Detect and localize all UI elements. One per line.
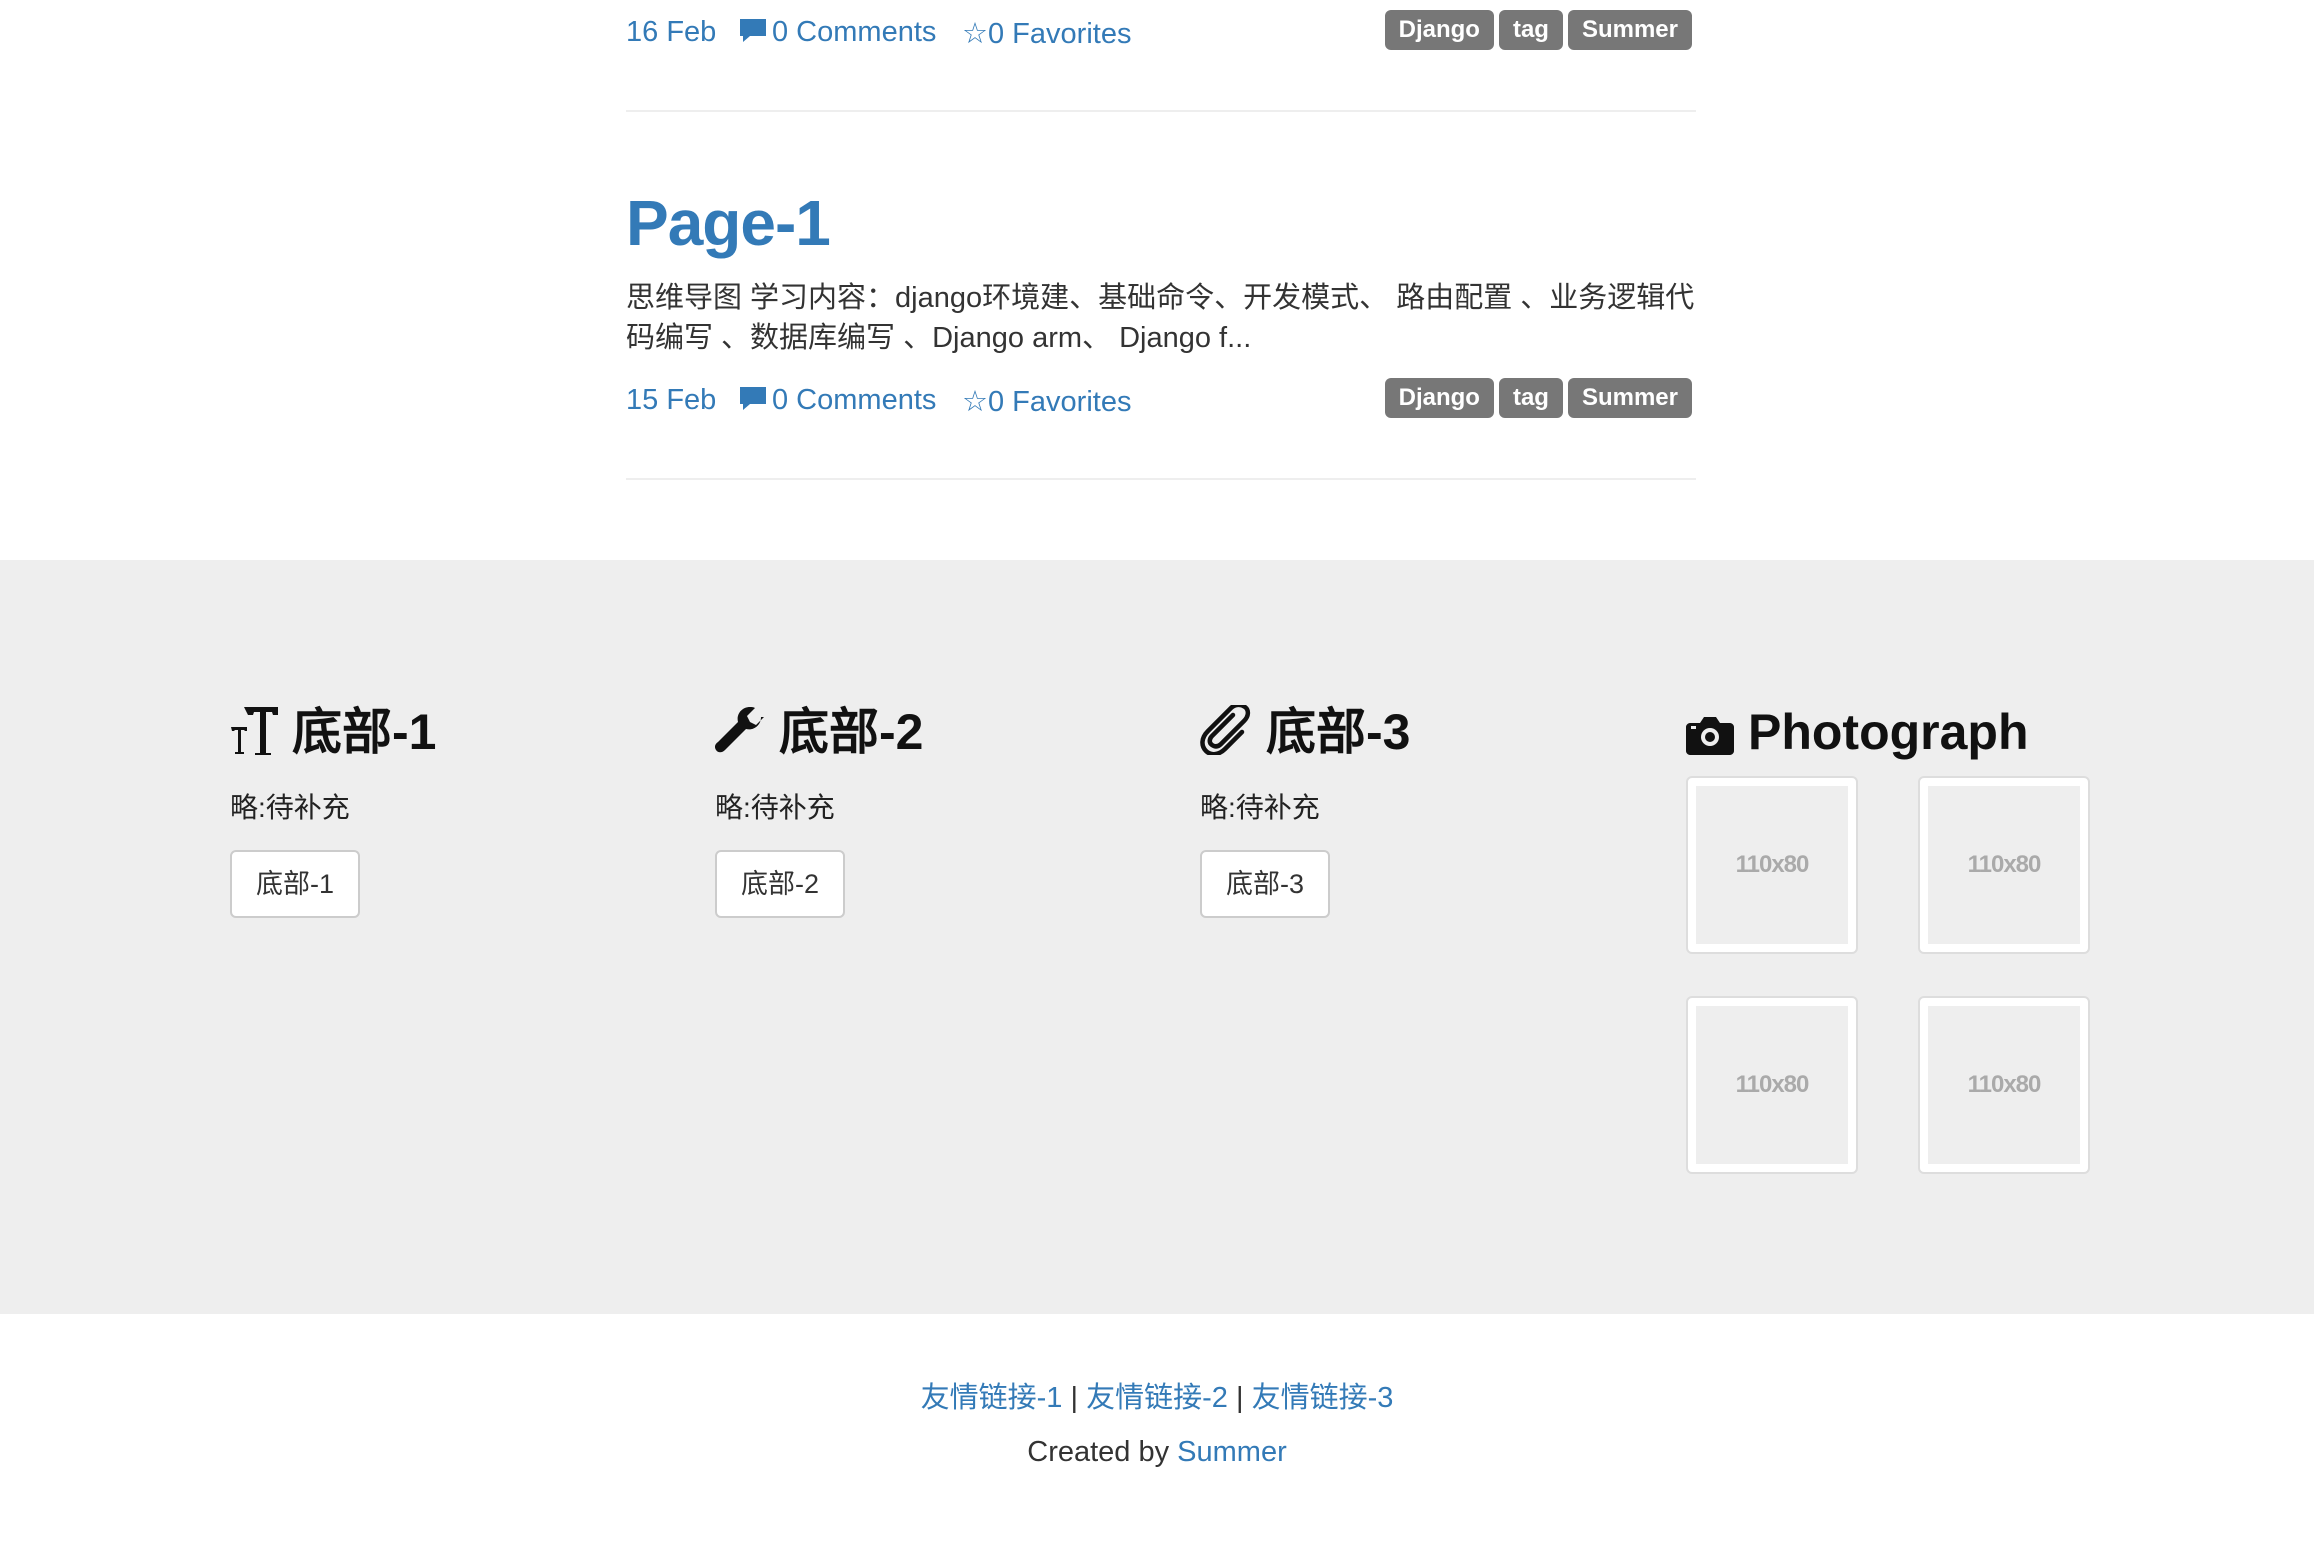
photo-thumbnail[interactable]: 110x80 — [1686, 776, 1858, 954]
post-excerpt: 思维导图 学习内容：django环境建、基础命令、开发模式、 路由配置 、业务逻… — [626, 282, 1695, 354]
photo-thumbnail[interactable]: 110x80 — [1686, 996, 1858, 1174]
tag-badge[interactable]: tag — [1498, 378, 1563, 418]
tag-badge[interactable]: tag — [1498, 10, 1563, 50]
comment-icon — [738, 385, 768, 421]
star-icon: ☆ — [962, 18, 988, 50]
post-divider — [626, 110, 1696, 112]
footer-column-3: 底部-3 略:待补充 底部-3 — [1200, 700, 1410, 918]
footer-column-photograph: Photograph — [1686, 700, 2029, 764]
credit-line: Created by Summer — [0, 1436, 2314, 1469]
star-icon: ☆ — [962, 386, 988, 418]
comment-icon — [738, 17, 768, 53]
placeholder-image: 110x80 — [1696, 786, 1848, 944]
post-date-link[interactable]: 15 Feb — [626, 384, 716, 417]
tag-badge[interactable]: Django — [1384, 378, 1494, 418]
text-height-icon — [230, 705, 278, 770]
post-meta: 15 Feb 0 Comments ☆0 Favorites Django tag… — [626, 378, 1692, 426]
friend-link-1[interactable]: 友情链接-1 — [921, 1382, 1063, 1414]
wrench-icon — [714, 705, 765, 770]
footer-column-text: 略:待补充 — [715, 792, 835, 823]
link-separator: | — [1070, 1382, 1079, 1414]
friend-link-2[interactable]: 友情链接-2 — [1086, 1382, 1228, 1414]
post-tags: Django tag Summer — [1380, 10, 1692, 50]
page-footer: 友情链接-1 | 友情链接-2 | 友情链接-3 Created by Summ… — [0, 1314, 2314, 1550]
credit-prefix: Created by — [1027, 1436, 1170, 1468]
placeholder-image: 110x80 — [1696, 1006, 1848, 1164]
camera-icon — [1686, 706, 1734, 770]
post-list: 16 Feb 0 Comments ☆0 Favorites Django tag… — [0, 0, 2314, 560]
footer-column-heading: 底部-2 — [714, 700, 923, 764]
footer-column-text: 略:待补充 — [230, 792, 350, 823]
post-favorites-label: 0 Favorites — [988, 18, 1132, 50]
footer-widgets: 底部-1 略:待补充 底部-1 底部-2 略:待补充 底部-2 底部-3 略:待… — [0, 560, 2314, 1314]
post-divider — [626, 478, 1696, 480]
placeholder-image: 110x80 — [1928, 1006, 2080, 1164]
placeholder-image: 110x80 — [1928, 786, 2080, 944]
footer-column-heading: Photograph — [1686, 700, 2029, 764]
friend-links: 友情链接-1 | 友情链接-2 | 友情链接-3 — [0, 1374, 2314, 1416]
post-comments-label: 0 Comments — [772, 384, 937, 416]
footer-column-1: 底部-1 略:待补充 底部-1 — [230, 700, 436, 918]
post-favorites-link[interactable]: ☆0 Favorites — [962, 16, 1131, 51]
post-meta: 16 Feb 0 Comments ☆0 Favorites Django tag… — [626, 10, 1692, 58]
photo-thumbnail[interactable]: 110x80 — [1918, 776, 2090, 954]
footer-button-3[interactable]: 底部-3 — [1200, 850, 1331, 918]
tag-badge[interactable]: Summer — [1567, 10, 1692, 50]
photo-thumbnail[interactable]: 110x80 — [1918, 996, 2090, 1174]
post-favorites-label: 0 Favorites — [988, 386, 1132, 418]
post-comments-link[interactable]: 0 Comments — [738, 384, 936, 421]
paperclip-icon — [1200, 702, 1252, 770]
post-tags: Django tag Summer — [1380, 378, 1692, 418]
tag-badge[interactable]: Summer — [1567, 378, 1692, 418]
post-comments-label: 0 Comments — [772, 16, 937, 48]
footer-button-1[interactable]: 底部-1 — [230, 850, 361, 918]
footer-column-heading: 底部-3 — [1200, 700, 1410, 764]
post-comments-link[interactable]: 0 Comments — [738, 16, 936, 53]
friend-link-3[interactable]: 友情链接-3 — [1252, 1382, 1394, 1414]
footer-column-text: 略:待补充 — [1200, 792, 1320, 823]
tag-badge[interactable]: Django — [1384, 10, 1494, 50]
footer-button-2[interactable]: 底部-2 — [715, 850, 846, 918]
post-favorites-link[interactable]: ☆0 Favorites — [962, 384, 1131, 419]
post-title[interactable]: Page-1 — [626, 186, 831, 260]
footer-column-2: 底部-2 略:待补充 底部-2 — [714, 700, 923, 918]
author-link[interactable]: Summer — [1177, 1436, 1287, 1468]
post-date-link[interactable]: 16 Feb — [626, 16, 716, 49]
link-separator: | — [1235, 1382, 1244, 1414]
footer-column-heading: 底部-1 — [230, 700, 436, 764]
